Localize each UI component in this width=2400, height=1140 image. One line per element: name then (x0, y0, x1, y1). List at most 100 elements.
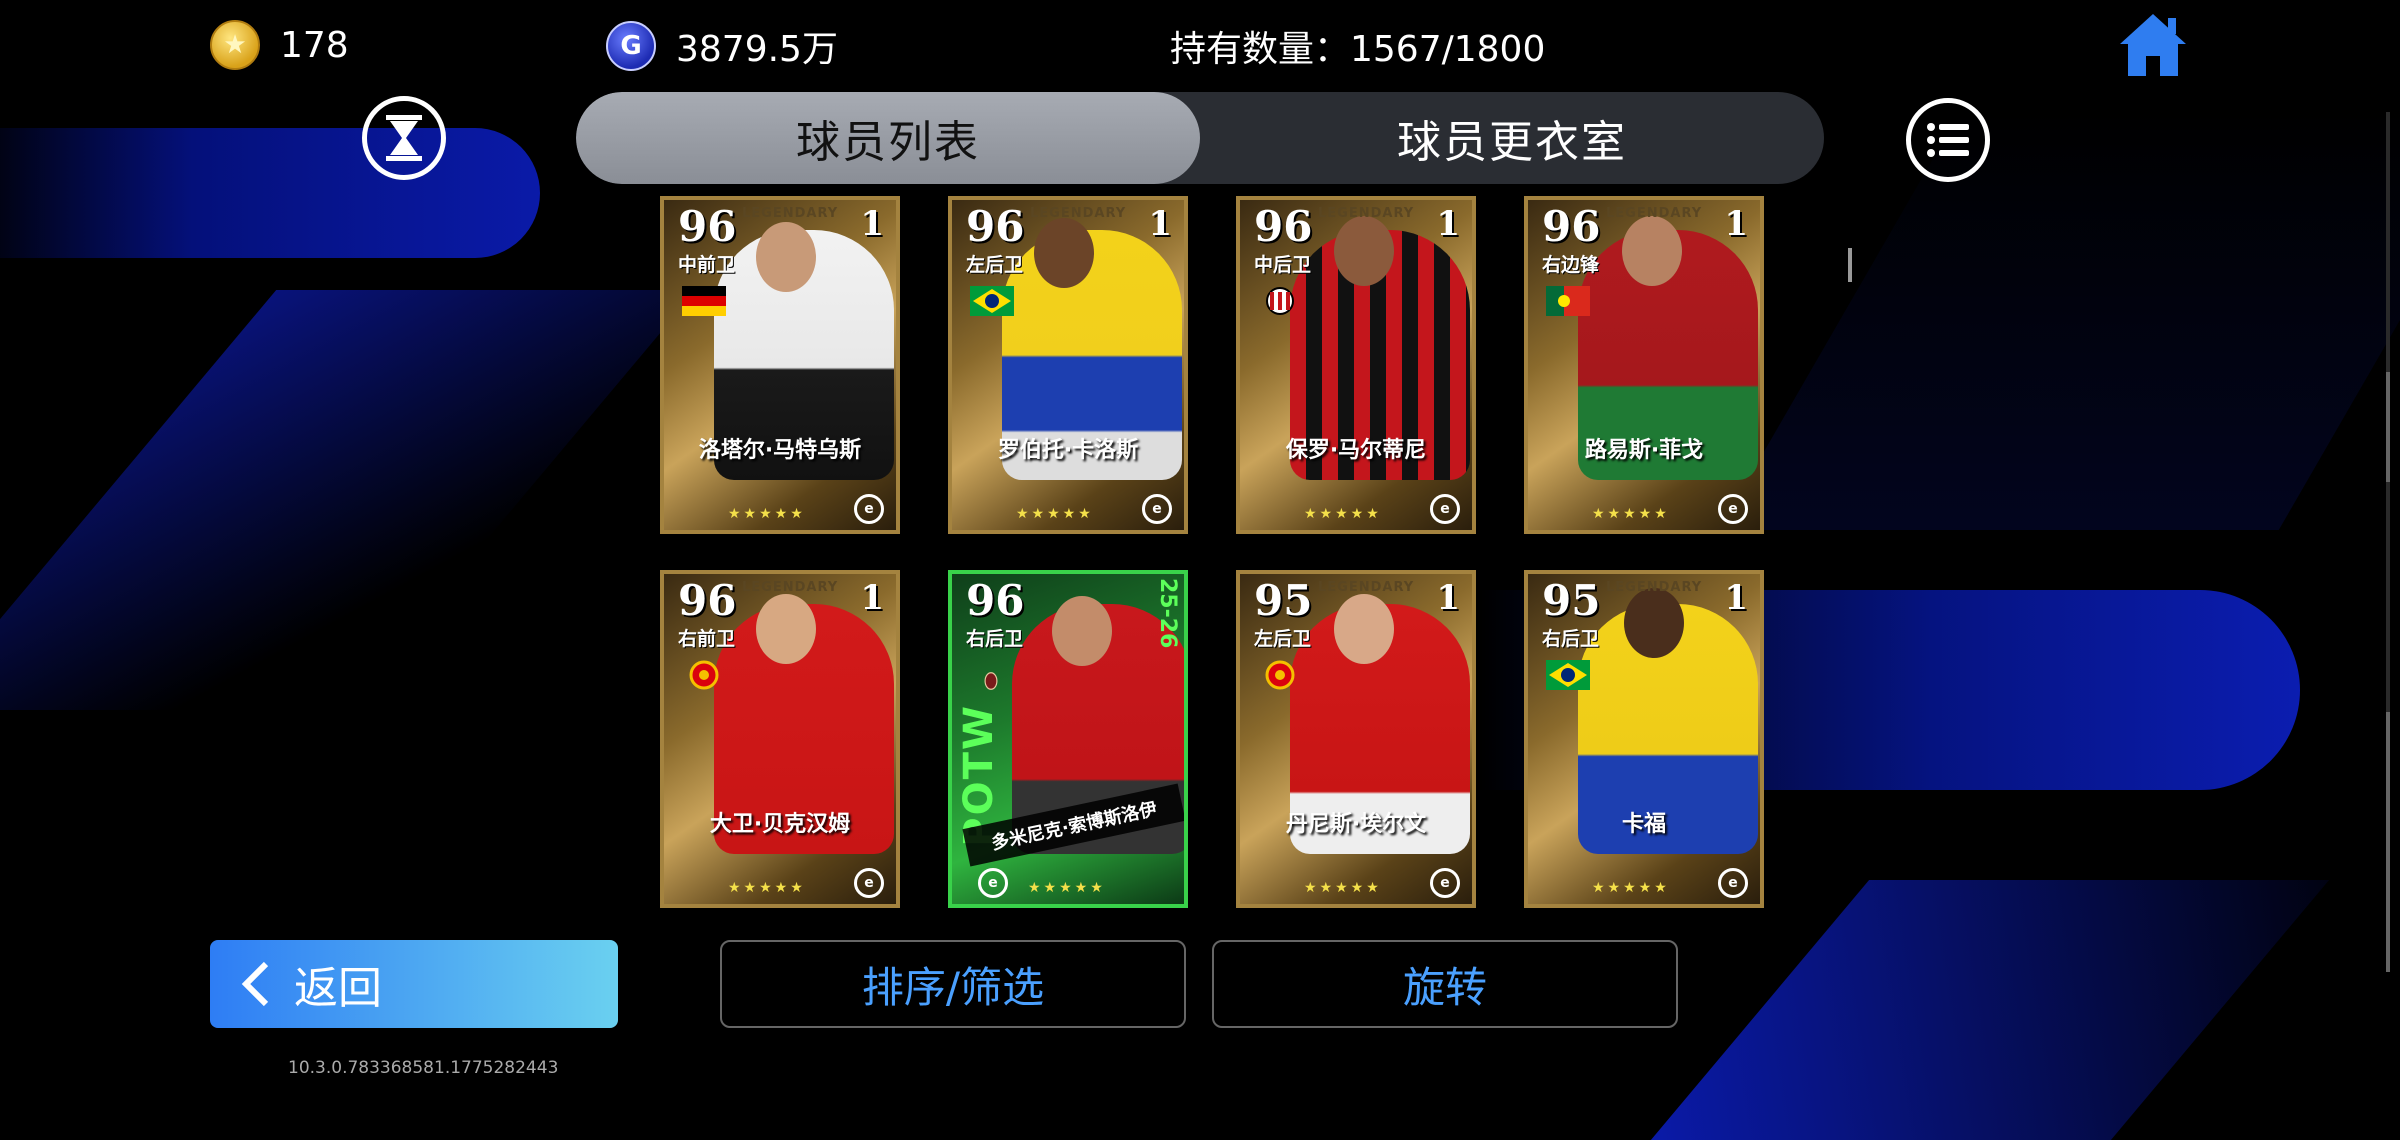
portugal-flag-icon (1546, 286, 1590, 316)
player-head (1334, 594, 1394, 664)
position: 左后卫 (966, 254, 1024, 276)
efootball-logo-icon: e (978, 868, 1008, 898)
gp-value: 3879.5万 (676, 29, 838, 70)
efootball-logo-icon: e (1718, 494, 1748, 524)
gold-coin-star-icon: ★ (210, 20, 260, 70)
position: 中前卫 (678, 254, 736, 276)
efootball-logo-icon: e (1142, 494, 1172, 524)
position: 右后卫 (966, 628, 1024, 650)
player-card[interactable]: LEGENDARY 95 1 左后卫 丹尼斯·埃尔文 ★★★★★ e (1236, 570, 1476, 908)
sort-filter-button[interactable]: 排序/筛选 (720, 940, 1186, 1028)
player-card-potw[interactable]: POTW 25-26 96 右后卫 多米尼克·索博斯洛伊 ★★★★★ e (948, 570, 1188, 908)
player-card[interactable]: LEGENDARY 96 1 中后卫 保罗·马尔蒂尼 ★★★★★ e (1236, 196, 1476, 534)
player-head (756, 222, 816, 292)
background-stripe (0, 128, 540, 258)
man-utd-crest-icon (1265, 660, 1295, 690)
level: 1 (1724, 578, 1748, 618)
player-name: 路易斯·菲戈 (1584, 438, 1704, 463)
position: 右边锋 (1542, 254, 1600, 276)
player-name: 卡福 (1621, 812, 1666, 837)
list-menu-button[interactable] (1906, 98, 1990, 182)
rating: 96 (1254, 202, 1313, 251)
player-name: 保罗·马尔蒂尼 (1285, 438, 1427, 463)
star-rating: ★★★★★ (1028, 880, 1106, 896)
tier-label: LEGENDARY (742, 206, 839, 221)
back-label: 返回 (294, 963, 382, 1014)
scrollbar[interactable] (2386, 112, 2390, 972)
coins-value: 178 (280, 24, 349, 66)
efootball-logo-icon: e (1430, 494, 1460, 524)
star-rating: ★★★★★ (1304, 506, 1382, 522)
star-rating: ★★★★★ (728, 506, 806, 522)
back-button[interactable]: 返回 (210, 940, 618, 1028)
player-card[interactable]: LEGENDARY 96 1 右边锋 路易斯·菲戈 ★★★★★ e (1524, 196, 1764, 534)
player-card[interactable]: LEGENDARY 95 1 右后卫 卡福 ★★★★★ e (1524, 570, 1764, 908)
level: 1 (860, 204, 884, 244)
star-rating: ★★★★★ (1016, 506, 1094, 522)
history-button[interactable] (362, 96, 446, 180)
tier-label: LEGENDARY (1030, 206, 1127, 221)
gp-coin-icon: G (606, 21, 656, 71)
star-rating: ★★★★★ (1592, 880, 1670, 896)
tab-player-locker-room[interactable]: 球员更衣室 (1200, 92, 1824, 184)
hourglass-icon (386, 115, 422, 161)
brazil-flag-icon (970, 286, 1014, 316)
level: 1 (860, 578, 884, 618)
level: 1 (1148, 204, 1172, 244)
chevron-left-icon (241, 961, 269, 1007)
player-head (1052, 596, 1112, 666)
scroll-indicator (1848, 248, 1852, 282)
rating: 96 (966, 202, 1025, 251)
gp-display: G 3879.5万 (606, 20, 838, 72)
background-stripe (0, 290, 697, 710)
player-card[interactable]: LEGENDARY 96 1 左后卫 罗伯托·卡洛斯 ★★★★★ e (948, 196, 1188, 534)
brazil-flag-icon (1546, 660, 1590, 690)
level: 1 (1436, 578, 1460, 618)
rating: 95 (1542, 576, 1601, 625)
club-crest-icon (984, 672, 998, 690)
background-stripe (1650, 880, 2330, 1140)
list-icon (1927, 123, 1969, 157)
germany-flag-icon (682, 286, 726, 316)
tier-label: LEGENDARY (1318, 206, 1415, 221)
rating: 96 (678, 202, 737, 251)
position: 左后卫 (1254, 628, 1312, 650)
position: 中后卫 (1254, 254, 1312, 276)
player-card[interactable]: LEGENDARY 96 1 中前卫 洛塔尔·马特乌斯 ★★★★★ e (660, 196, 900, 534)
efootball-logo-icon: e (854, 494, 884, 524)
rating: 96 (1542, 202, 1601, 251)
player-head (756, 594, 816, 664)
tier-label: LEGENDARY (742, 580, 839, 595)
position: 右后卫 (1542, 628, 1600, 650)
position: 右前卫 (678, 628, 736, 650)
star-rating: ★★★★★ (728, 880, 806, 896)
tier-label: LEGENDARY (1318, 580, 1415, 595)
tab-bar: 球员列表 球员更衣室 (576, 92, 1824, 184)
player-name: 丹尼斯·埃尔文 (1285, 812, 1427, 837)
season-label: 25-26 (1155, 578, 1180, 649)
player-name: 大卫·贝克汉姆 (709, 812, 851, 837)
ownership-count: 持有数量：1567/1800 (1170, 29, 1546, 70)
home-button[interactable] (2118, 12, 2188, 78)
rating: 95 (1254, 576, 1313, 625)
rating: 96 (678, 576, 737, 625)
home-icon (2120, 14, 2186, 76)
player-head (1624, 588, 1684, 658)
star-rating: ★★★★★ (1592, 506, 1670, 522)
player-card[interactable]: LEGENDARY 96 1 右前卫 大卫·贝克汉姆 ★★★★★ e (660, 570, 900, 908)
star-rating: ★★★★★ (1304, 880, 1382, 896)
level: 1 (1436, 204, 1460, 244)
tier-label: LEGENDARY (1606, 580, 1703, 595)
efootball-logo-icon: e (854, 868, 884, 898)
level: 1 (1724, 204, 1748, 244)
rotate-button[interactable]: 旋转 (1212, 940, 1678, 1028)
player-head (1622, 216, 1682, 286)
efootball-logo-icon: e (1430, 868, 1460, 898)
tab-player-list[interactable]: 球员列表 (576, 92, 1200, 184)
player-name: 洛塔尔·马特乌斯 (698, 438, 862, 463)
man-utd-crest-icon (689, 660, 719, 690)
player-head (1034, 218, 1094, 288)
player-head (1334, 216, 1394, 286)
player-name: 罗伯托·卡洛斯 (997, 438, 1139, 463)
ac-milan-crest-icon (1266, 287, 1294, 315)
